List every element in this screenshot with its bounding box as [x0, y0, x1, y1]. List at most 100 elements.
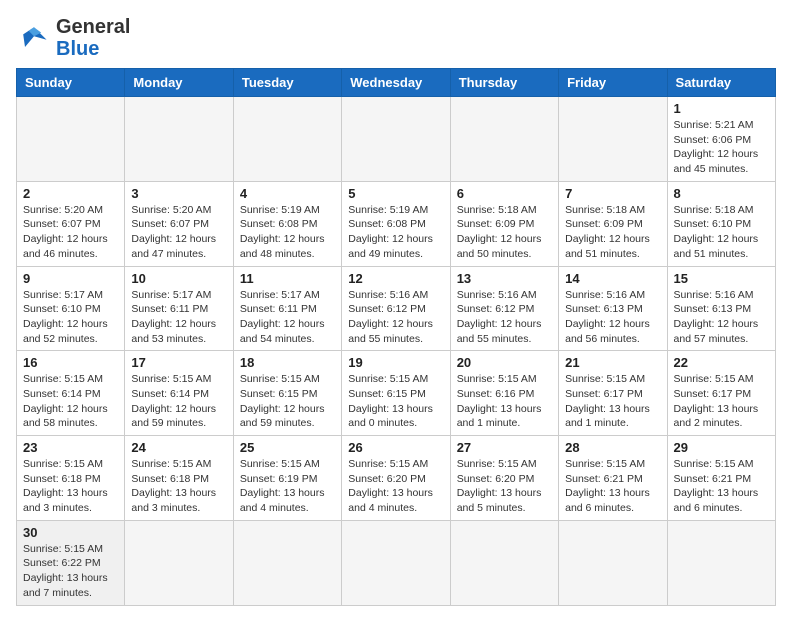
- day-number: 16: [23, 355, 118, 370]
- calendar-cell: 16Sunrise: 5:15 AM Sunset: 6:14 PM Dayli…: [17, 351, 125, 436]
- day-info: Sunrise: 5:15 AM Sunset: 6:17 PM Dayligh…: [565, 372, 660, 431]
- logo-text: General Blue: [56, 16, 130, 60]
- calendar-cell: 24Sunrise: 5:15 AM Sunset: 6:18 PM Dayli…: [125, 436, 233, 521]
- logo-icon: [16, 20, 52, 56]
- day-number: 14: [565, 271, 660, 286]
- calendar-cell: 15 Sunrise: 5:16 AM Sunset: 6:13 PM Dayli…: [667, 266, 775, 351]
- day-info: Sunrise: 5:15 AM Sunset: 6:21 PM Dayligh…: [565, 457, 660, 516]
- calendar-week-row: 9 Sunrise: 5:17 AM Sunset: 6:10 PM Daylig…: [17, 266, 776, 351]
- calendar-cell: 22 Sunrise: 5:15 AM Sunset: 6:17 PM Dayli…: [667, 351, 775, 436]
- calendar-cell: [342, 520, 450, 605]
- weekday-header-friday: Friday: [559, 69, 667, 97]
- calendar-cell: [125, 97, 233, 182]
- calendar-cell: 7 Sunrise: 5:18 AM Sunset: 6:09 PM Daylig…: [559, 181, 667, 266]
- calendar-cell: 2Sunrise: 5:20 AM Sunset: 6:07 PM Daylig…: [17, 181, 125, 266]
- day-number: 7: [565, 186, 660, 201]
- calendar-cell: 5Sunrise: 5:19 AM Sunset: 6:08 PM Daylig…: [342, 181, 450, 266]
- calendar-cell: 25 Sunrise: 5:15 AM Sunset: 6:19 PM Dayli…: [233, 436, 341, 521]
- calendar-cell: 17 Sunrise: 5:15 AM Sunset: 6:14 PM Dayli…: [125, 351, 233, 436]
- calendar-cell: 29Sunrise: 5:15 AM Sunset: 6:21 PM Dayli…: [667, 436, 775, 521]
- calendar-cell: [233, 97, 341, 182]
- day-number: 5: [348, 186, 443, 201]
- day-number: 27: [457, 440, 552, 455]
- day-info: Sunrise: 5:15 AM Sunset: 6:20 PM Dayligh…: [457, 457, 552, 516]
- day-number: 26: [348, 440, 443, 455]
- day-number: 23: [23, 440, 118, 455]
- calendar-cell: [450, 97, 558, 182]
- day-info: Sunrise: 5:16 AM Sunset: 6:12 PM Dayligh…: [457, 288, 552, 347]
- day-info: Sunrise: 5:15 AM Sunset: 6:18 PM Dayligh…: [131, 457, 226, 516]
- calendar-cell: [559, 97, 667, 182]
- calendar-cell: 3 Sunrise: 5:20 AM Sunset: 6:07 PM Daylig…: [125, 181, 233, 266]
- calendar-cell: [17, 97, 125, 182]
- calendar-cell: 20Sunrise: 5:15 AM Sunset: 6:16 PM Dayli…: [450, 351, 558, 436]
- day-info: Sunrise: 5:15 AM Sunset: 6:22 PM Dayligh…: [23, 542, 118, 601]
- calendar-week-row: 16 Sunrise: 5:15 AM Sunset: 6:14 PM Dayli…: [17, 351, 776, 436]
- day-number: 13: [457, 271, 552, 286]
- day-number: 3: [131, 186, 226, 201]
- calendar-cell: 14 Sunrise: 5:16 AM Sunset: 6:13 PM Dayli…: [559, 266, 667, 351]
- day-number: 28: [565, 440, 660, 455]
- day-info: Sunrise: 5:15 AM Sunset: 6:15 PM Dayligh…: [240, 372, 335, 431]
- calendar-cell: 19 Sunrise: 5:15 AM Sunset: 6:15 PM Dayli…: [342, 351, 450, 436]
- calendar-table: SundayMondayTuesdayWednesdayThursdayFrid…: [16, 68, 776, 606]
- calendar-cell: [342, 97, 450, 182]
- calendar-cell: 23Sunrise: 5:15 AM Sunset: 6:18 PM Dayli…: [17, 436, 125, 521]
- weekday-header-monday: Monday: [125, 69, 233, 97]
- calendar-cell: 4 Sunrise: 5:19 AM Sunset: 6:08 PM Daylig…: [233, 181, 341, 266]
- page-header: General Blue: [16, 16, 776, 60]
- calendar-cell: [667, 520, 775, 605]
- calendar-week-row: 23 Sunrise: 5:15 AM Sunset: 6:18 PM Dayli…: [17, 436, 776, 521]
- day-info: Sunrise: 5:21 AM Sunset: 6:06 PM Dayligh…: [674, 118, 769, 177]
- day-number: 19: [348, 355, 443, 370]
- day-info: Sunrise: 5:19 AM Sunset: 6:08 PM Dayligh…: [240, 203, 335, 262]
- day-info: Sunrise: 5:16 AM Sunset: 6:13 PM Dayligh…: [565, 288, 660, 347]
- day-number: 9: [23, 271, 118, 286]
- calendar-cell: [450, 520, 558, 605]
- calendar-cell: 9 Sunrise: 5:17 AM Sunset: 6:10 PM Daylig…: [17, 266, 125, 351]
- day-info: Sunrise: 5:17 AM Sunset: 6:11 PM Dayligh…: [240, 288, 335, 347]
- weekday-header-wednesday: Wednesday: [342, 69, 450, 97]
- calendar-cell: 27 Sunrise: 5:15 AM Sunset: 6:20 PM Dayli…: [450, 436, 558, 521]
- day-number: 15: [674, 271, 769, 286]
- day-number: 10: [131, 271, 226, 286]
- day-info: Sunrise: 5:16 AM Sunset: 6:13 PM Dayligh…: [674, 288, 769, 347]
- day-info: Sunrise: 5:15 AM Sunset: 6:21 PM Dayligh…: [674, 457, 769, 516]
- calendar-cell: [125, 520, 233, 605]
- calendar-week-row: 1 Sunrise: 5:21 AM Sunset: 6:06 PM Daylig…: [17, 97, 776, 182]
- calendar-cell: 18Sunrise: 5:15 AM Sunset: 6:15 PM Dayli…: [233, 351, 341, 436]
- day-number: 1: [674, 101, 769, 116]
- calendar-cell: 6Sunrise: 5:18 AM Sunset: 6:09 PM Daylig…: [450, 181, 558, 266]
- calendar-cell: 30Sunrise: 5:15 AM Sunset: 6:22 PM Dayli…: [17, 520, 125, 605]
- calendar-week-row: 2Sunrise: 5:20 AM Sunset: 6:07 PM Daylig…: [17, 181, 776, 266]
- day-info: Sunrise: 5:20 AM Sunset: 6:07 PM Dayligh…: [131, 203, 226, 262]
- day-number: 4: [240, 186, 335, 201]
- day-info: Sunrise: 5:18 AM Sunset: 6:09 PM Dayligh…: [565, 203, 660, 262]
- calendar-week-row: 30Sunrise: 5:15 AM Sunset: 6:22 PM Dayli…: [17, 520, 776, 605]
- weekday-header-tuesday: Tuesday: [233, 69, 341, 97]
- calendar-cell: 11 Sunrise: 5:17 AM Sunset: 6:11 PM Dayli…: [233, 266, 341, 351]
- day-number: 22: [674, 355, 769, 370]
- logo-blue-text: Blue: [56, 38, 99, 60]
- day-info: Sunrise: 5:15 AM Sunset: 6:14 PM Dayligh…: [131, 372, 226, 431]
- day-info: Sunrise: 5:15 AM Sunset: 6:15 PM Dayligh…: [348, 372, 443, 431]
- day-number: 11: [240, 271, 335, 286]
- day-number: 12: [348, 271, 443, 286]
- day-info: Sunrise: 5:17 AM Sunset: 6:10 PM Dayligh…: [23, 288, 118, 347]
- weekday-header-thursday: Thursday: [450, 69, 558, 97]
- day-info: Sunrise: 5:15 AM Sunset: 6:19 PM Dayligh…: [240, 457, 335, 516]
- day-number: 17: [131, 355, 226, 370]
- day-number: 25: [240, 440, 335, 455]
- calendar-cell: [559, 520, 667, 605]
- weekday-header-sunday: Sunday: [17, 69, 125, 97]
- day-number: 20: [457, 355, 552, 370]
- calendar-cell: [233, 520, 341, 605]
- calendar-cell: 28 Sunrise: 5:15 AM Sunset: 6:21 PM Dayli…: [559, 436, 667, 521]
- calendar-cell: 12Sunrise: 5:16 AM Sunset: 6:12 PM Dayli…: [342, 266, 450, 351]
- calendar-cell: 8Sunrise: 5:18 AM Sunset: 6:10 PM Daylig…: [667, 181, 775, 266]
- logo: General Blue: [16, 16, 130, 60]
- calendar-cell: 10Sunrise: 5:17 AM Sunset: 6:11 PM Dayli…: [125, 266, 233, 351]
- calendar-cell: 13 Sunrise: 5:16 AM Sunset: 6:12 PM Dayli…: [450, 266, 558, 351]
- day-info: Sunrise: 5:15 AM Sunset: 6:17 PM Dayligh…: [674, 372, 769, 431]
- calendar-cell: 26Sunrise: 5:15 AM Sunset: 6:20 PM Dayli…: [342, 436, 450, 521]
